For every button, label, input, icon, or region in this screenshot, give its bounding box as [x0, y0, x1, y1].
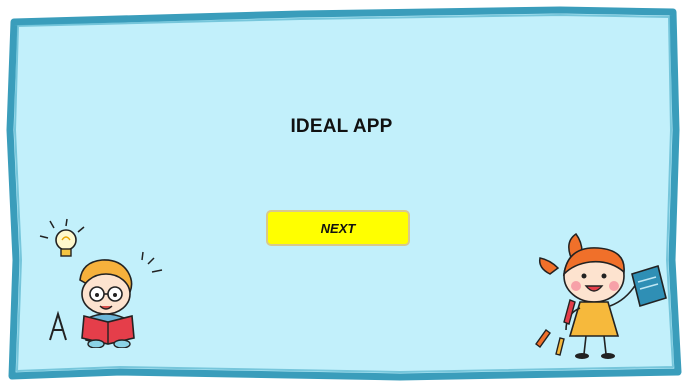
girl-figure — [538, 232, 637, 359]
girl-with-notebook-illustration — [535, 232, 667, 359]
letter-a-icon — [49, 310, 67, 341]
notebook-icon — [631, 264, 667, 308]
boy-figure — [79, 259, 135, 348]
welcome-screen: IDEAL APP NEXT — [0, 0, 683, 383]
lightbulb-icon — [39, 218, 85, 257]
next-button[interactable]: NEXT — [266, 210, 410, 246]
boy-reading-illustration — [39, 218, 163, 348]
sparkle-marks — [141, 251, 163, 273]
app-title: IDEAL APP — [290, 116, 393, 137]
pencil-icon — [535, 299, 576, 356]
